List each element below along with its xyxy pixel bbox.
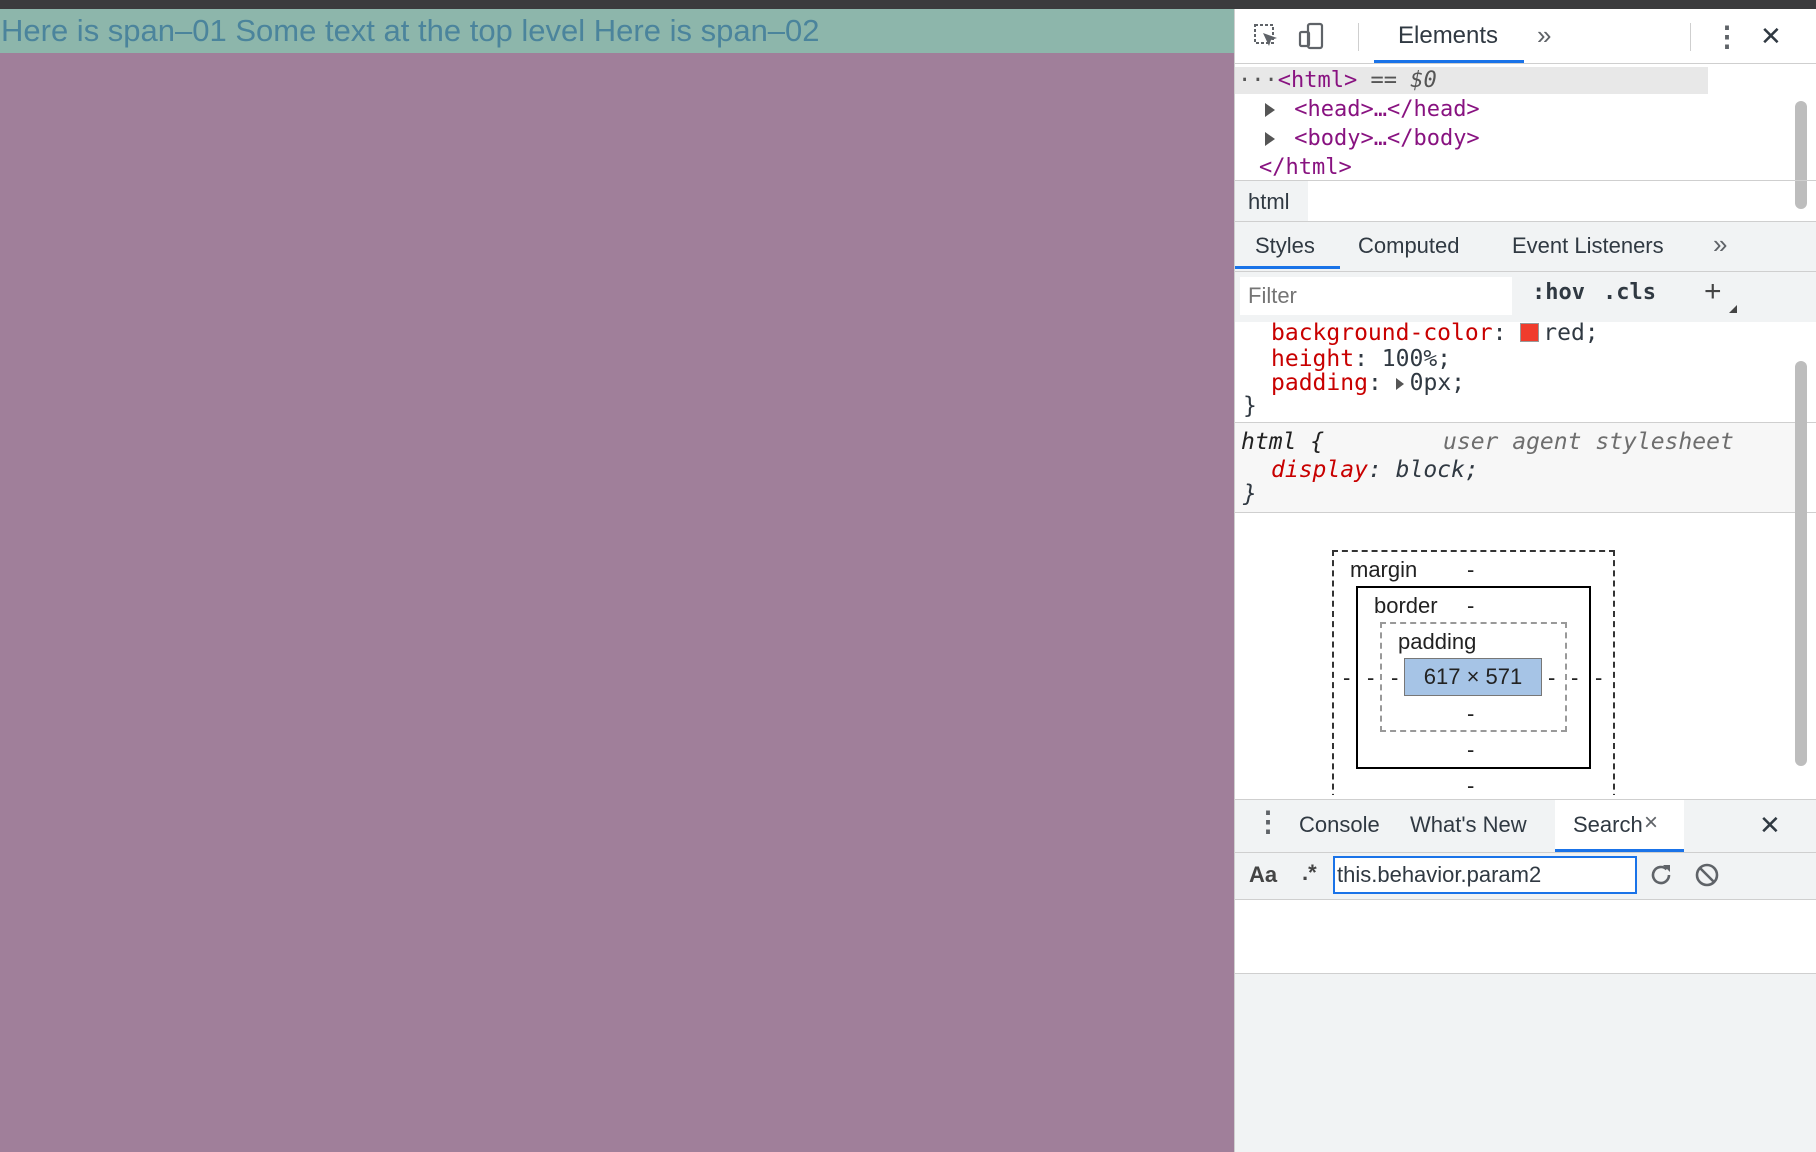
- margin-right-value: -: [1595, 665, 1603, 690]
- styles-scrollbar[interactable]: [1795, 361, 1807, 766]
- html-close-tag: </html>: [1259, 155, 1352, 180]
- border-bottom-value: -: [1467, 737, 1475, 762]
- border-label: border: [1374, 593, 1438, 618]
- body-node[interactable]: <body>…</body>: [1265, 126, 1480, 151]
- clear-icon[interactable]: [1689, 857, 1725, 893]
- css-value: 0px;: [1409, 370, 1466, 396]
- body-tag: <body>…</body>: [1294, 126, 1480, 151]
- add-rule-corner-icon: [1729, 305, 1737, 313]
- head-node[interactable]: <head>…</head>: [1265, 97, 1480, 122]
- page-top-text: Here is span–01 Some text at the top lev…: [1, 13, 820, 48]
- css-value: 100%;: [1381, 346, 1452, 372]
- search-status-bar: [1235, 973, 1816, 1152]
- node-ellipsis: ···: [1238, 68, 1278, 93]
- css-decl-height[interactable]: height: 100%;: [1271, 346, 1451, 372]
- ua-close-brace: }: [1243, 481, 1257, 507]
- head-tag: <head>…</head>: [1294, 97, 1480, 122]
- expand-arrow-icon[interactable]: [1395, 377, 1404, 390]
- devtools-panel: Elements » ⋮ ✕ ···<html> == $0 <head>…</…: [1234, 9, 1816, 1152]
- border-right-value: -: [1571, 665, 1579, 690]
- tab-elements[interactable]: Elements: [1398, 22, 1498, 50]
- search-input[interactable]: [1333, 856, 1637, 894]
- more-tabs-icon[interactable]: »: [1713, 229, 1727, 260]
- rule-close-brace: }: [1243, 393, 1257, 419]
- tab-styles-underline: [1235, 266, 1340, 269]
- tab-search[interactable]: Search: [1573, 812, 1643, 838]
- cursor-select-icon[interactable]: [1249, 19, 1283, 53]
- ua-selector: html {: [1241, 429, 1325, 455]
- css-prop: background-color: [1271, 320, 1493, 346]
- match-case-toggle[interactable]: Aa: [1249, 862, 1277, 888]
- page-viewport: Here is span–01 Some text at the top lev…: [0, 9, 1234, 1152]
- border-top-value: -: [1467, 593, 1475, 618]
- toolbar-divider: [1358, 23, 1359, 51]
- device-toggle-icon[interactable]: [1295, 19, 1329, 53]
- drawer-menu-icon[interactable]: ⋮: [1254, 805, 1282, 838]
- add-rule-icon[interactable]: +: [1704, 275, 1722, 309]
- rule-divider: [1235, 512, 1816, 513]
- close-drawer-icon[interactable]: ✕: [1759, 810, 1781, 841]
- border-left-value: -: [1367, 665, 1375, 690]
- margin-top-value: -: [1467, 557, 1475, 582]
- padding-left-value: -: [1391, 665, 1399, 690]
- more-tabs-icon[interactable]: »: [1537, 20, 1551, 51]
- refresh-icon[interactable]: [1643, 857, 1679, 893]
- css-value: block;: [1395, 457, 1479, 483]
- close-icon[interactable]: ✕: [1760, 21, 1782, 52]
- padding-bottom-value: -: [1467, 701, 1475, 726]
- ua-source: user agent stylesheet: [1443, 429, 1734, 455]
- css-decl-padding[interactable]: padding: 0px;: [1271, 370, 1465, 396]
- css-prop: height: [1271, 346, 1355, 372]
- css-decl-background-color[interactable]: background-color: red;: [1271, 320, 1599, 346]
- padding-right-value: -: [1548, 665, 1556, 690]
- page-top-bar: Here is span–01 Some text at the top lev…: [0, 9, 1234, 53]
- window-top-strip: [0, 0, 1816, 9]
- dom-scrollbar[interactable]: [1795, 101, 1807, 209]
- toolbar-border: [1235, 63, 1816, 64]
- html-node[interactable]: ···<html> == $0: [1238, 68, 1437, 93]
- color-swatch[interactable]: [1520, 323, 1540, 342]
- margin-left-value: -: [1343, 665, 1351, 690]
- margin-label: margin: [1350, 557, 1418, 582]
- css-prop: padding: [1271, 370, 1368, 396]
- regex-toggle[interactable]: .*: [1302, 860, 1317, 886]
- dom-tree-border: [1235, 180, 1816, 181]
- cls-toggle[interactable]: .cls: [1603, 280, 1656, 305]
- expand-arrow-icon[interactable]: [1265, 103, 1275, 117]
- tab-whats-new[interactable]: What's New: [1410, 812, 1527, 838]
- tab-computed[interactable]: Computed: [1358, 233, 1460, 259]
- styles-filter-input[interactable]: [1240, 277, 1512, 315]
- search-toolbar-border: [1235, 899, 1816, 900]
- padding-label: padding: [1398, 629, 1477, 654]
- toolbar-divider: [1690, 23, 1691, 51]
- tab-event-listeners[interactable]: Event Listeners: [1512, 233, 1664, 259]
- selected-marker: == $0: [1357, 68, 1437, 93]
- kebab-menu-icon[interactable]: ⋮: [1713, 20, 1741, 53]
- css-decl-display: display: block;: [1271, 457, 1479, 483]
- hov-toggle[interactable]: :hov: [1532, 280, 1585, 305]
- tab-console[interactable]: Console: [1299, 812, 1380, 838]
- box-model-content[interactable]: 617 × 571: [1404, 658, 1542, 696]
- tab-styles[interactable]: Styles: [1255, 233, 1315, 259]
- close-search-tab-icon[interactable]: ×: [1644, 809, 1658, 837]
- html-open-tag: <html>: [1277, 68, 1358, 93]
- expand-arrow-icon[interactable]: [1265, 132, 1275, 146]
- css-prop: display: [1271, 457, 1368, 483]
- css-value: red;: [1543, 320, 1599, 346]
- breadcrumb[interactable]: html: [1248, 189, 1290, 215]
